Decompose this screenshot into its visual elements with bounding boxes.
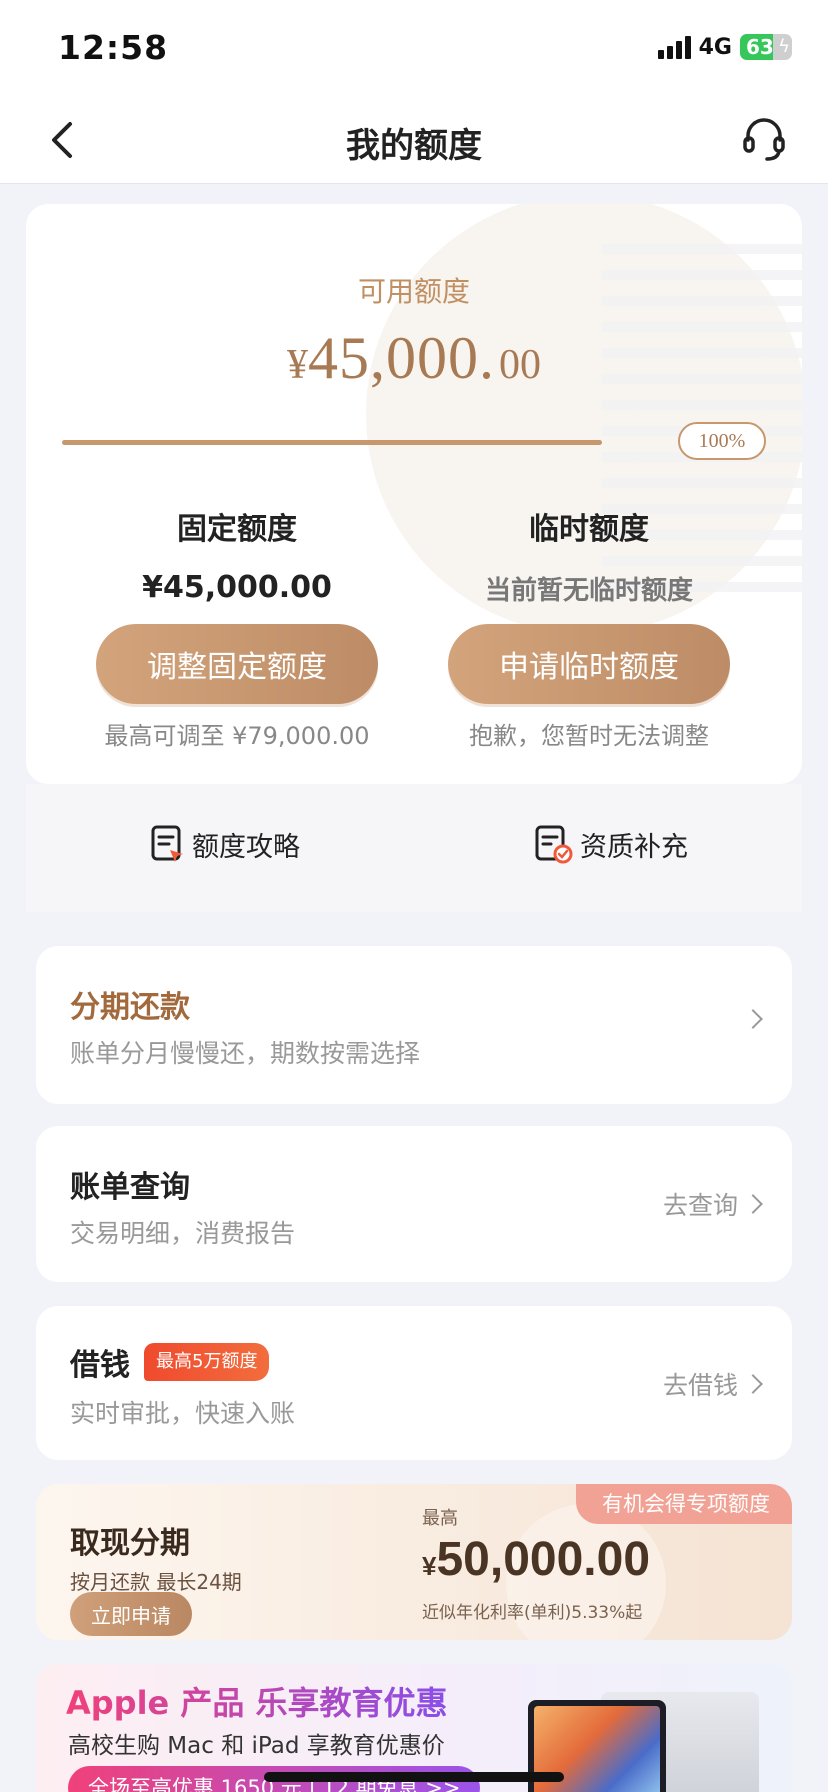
borrow-title: 借钱 (70, 1348, 130, 1383)
customer-service-button[interactable] (740, 114, 788, 164)
temporary-credit-title: 临时额度 (529, 512, 649, 547)
battery-percent: 63 (746, 35, 774, 59)
adjust-fixed-credit-button[interactable]: 调整固定额度 (96, 624, 378, 704)
qualification-doc-icon (535, 825, 573, 864)
charging-bolt-icon: ϟ (778, 36, 790, 57)
bill-query-action[interactable]: 去查询 (662, 1186, 763, 1222)
apple-promo-subtitle: 高校生购 Mac 和 iPad 享教育优惠价 (68, 1733, 445, 1759)
headset-icon (743, 118, 785, 161)
cash-max-label: 最高 (422, 1508, 458, 1529)
home-indicator (264, 1772, 564, 1782)
bill-query-subtitle: 交易明细，消费报告 (70, 1219, 296, 1248)
currency-symbol: ¥ (422, 1551, 437, 1581)
temporary-credit-section: 临时额度 当前暂无临时额度 申请临时额度 抱歉，您暂时无法调整 (444, 504, 734, 751)
chevron-right-icon (743, 1374, 763, 1394)
borrow-action[interactable]: 去借钱 (662, 1366, 763, 1402)
temporary-credit-note: 抱歉，您暂时无法调整 (469, 722, 709, 750)
special-credit-tag: 有机会得专项额度 (576, 1484, 792, 1524)
chevron-right-icon (743, 1009, 763, 1029)
strategy-doc-icon (151, 825, 183, 862)
cash-installment-subtitle: 按月还款 最长24期 (70, 1570, 242, 1594)
apply-temporary-credit-button[interactable]: 申请临时额度 (448, 624, 730, 704)
fixed-credit-value: ¥45,000.00 (142, 570, 332, 605)
apply-now-button[interactable]: 立即申请 (70, 1592, 192, 1636)
network-type: 4G (698, 34, 732, 60)
fixed-credit-note: 最高可调至 ¥79,000.00 (104, 722, 370, 750)
installment-repayment-card[interactable]: 分期还款 账单分月慢慢还，期数按需选择 (36, 946, 792, 1104)
battery-icon: 63 ϟ (740, 34, 792, 60)
cash-amount-value: 50,000.00 (436, 1533, 651, 1586)
credit-summary-card: 可用额度 ¥45,000. 00 100% 固定额度 ¥45,000.00 调整… (26, 204, 802, 784)
borrow-title-row: 借钱 最高5万额度 (70, 1340, 270, 1384)
borrow-limit-badge: 最高5万额度 (144, 1343, 270, 1381)
page-title: 我的额度 (346, 126, 482, 166)
credit-progress-fill (62, 440, 602, 445)
borrow-action-label: 去借钱 (662, 1371, 738, 1400)
qualification-supplement-link[interactable]: 资质补充 (534, 824, 688, 864)
status-time: 12:58 (58, 28, 169, 67)
borrow-card[interactable]: 借钱 最高5万额度 实时审批，快速入账 去借钱 (36, 1306, 792, 1460)
fixed-credit-section: 固定额度 ¥45,000.00 调整固定额度 最高可调至 ¥79,000.00 (92, 504, 382, 751)
currency-symbol: ¥ (287, 342, 308, 388)
qualification-supplement-label: 资质补充 (580, 831, 688, 863)
bill-query-action-label: 去查询 (662, 1191, 738, 1220)
fixed-credit-title: 固定额度 (177, 512, 297, 547)
temporary-credit-value: 当前暂无临时额度 (484, 576, 693, 606)
borrow-subtitle: 实时审批，快速入账 (70, 1399, 296, 1428)
installment-title: 分期还款 (70, 990, 190, 1025)
bill-query-title: 账单查询 (70, 1170, 190, 1205)
available-amount-decimal: 00 (499, 342, 541, 388)
installment-arrow (738, 1009, 763, 1029)
credit-strategy-link[interactable]: 额度攻略 (150, 824, 300, 864)
bill-query-card[interactable]: 账单查询 交易明细，消费报告 去查询 (36, 1126, 792, 1282)
available-credit-label: 可用额度 (357, 275, 470, 308)
cash-installment-banner[interactable]: 取现分期 按月还款 最长24期 立即申请 最高 ¥50,000.00 近似年化利… (36, 1484, 792, 1640)
installment-subtitle: 账单分月慢慢还，期数按需选择 (70, 1039, 421, 1068)
credit-progress-track (62, 440, 602, 445)
cash-installment-title: 取现分期 (70, 1526, 190, 1561)
available-credit-amount: ¥45,000. 00 (26, 324, 802, 393)
status-bar: 12:58 4G 63 ϟ (0, 0, 828, 96)
cash-interest-rate: 近似年化利率(单利)5.33%起 (422, 1603, 643, 1623)
chevron-right-icon (743, 1194, 763, 1214)
credit-strategy-label: 额度攻略 (192, 831, 300, 863)
available-amount-integer: 45,000. (308, 325, 495, 391)
quick-links-strip: 额度攻略 资质补充 (26, 784, 802, 912)
status-indicators: 4G 63 ϟ (657, 34, 792, 60)
cash-max-amount: ¥50,000.00 (422, 1532, 650, 1587)
apple-promo-title: Apple 产品 乐享教育优惠 (66, 1678, 448, 1724)
navigation-bar: 我的额度 (0, 96, 828, 184)
cellular-signal-icon (657, 35, 691, 59)
credit-progress-label: 100% (678, 422, 766, 460)
